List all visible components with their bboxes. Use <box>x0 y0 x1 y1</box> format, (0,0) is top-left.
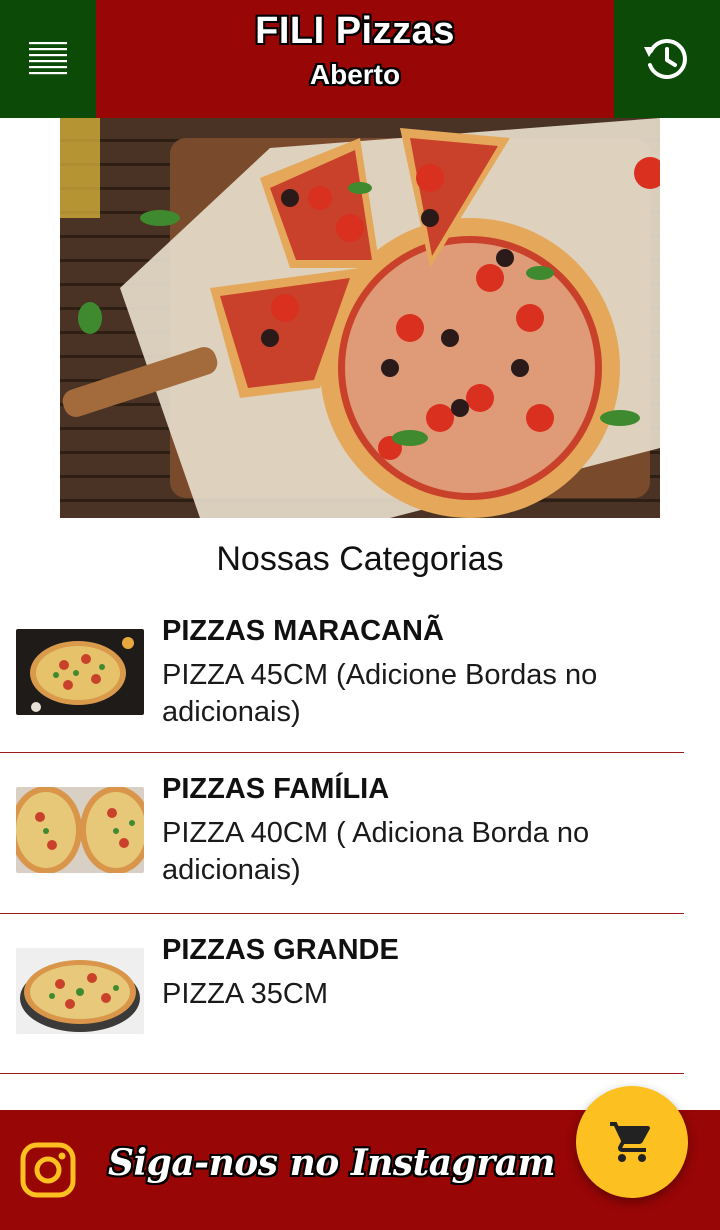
category-description: PIZZA 45CM (Adicione Bordas no adicionai… <box>162 659 598 728</box>
category-item[interactable]: PIZZAS FAMÍLIA PIZZA 40CM ( Adiciona Bor… <box>0 753 684 914</box>
hero-pizza-image <box>60 118 660 518</box>
shop-status: Aberto <box>309 59 401 90</box>
category-description: PIZZA 40CM ( Adiciona Borda no adicionai… <box>162 817 590 886</box>
cart-icon <box>610 1122 651 1162</box>
category-description: PIZZA 35CM <box>162 978 328 1010</box>
history-button[interactable] <box>614 0 720 118</box>
cart-button[interactable] <box>576 1086 688 1198</box>
category-thumbnail <box>16 629 144 715</box>
category-item[interactable]: PIZZAS GRANDE PIZZA 35CM <box>0 914 684 1074</box>
category-text: PIZZAS FAMÍLIA PIZZA 40CM ( Adiciona Bor… <box>162 773 672 889</box>
categories-title: Nossas Categorias <box>216 540 504 578</box>
category-list: PIZZAS MARACANÃ PIZZA 45CM (Adicione Bor… <box>0 595 684 1074</box>
menu-button[interactable] <box>0 0 96 118</box>
category-name: PIZZAS GRANDE <box>162 934 399 966</box>
category-thumbnail <box>16 787 144 873</box>
category-item[interactable]: PIZZAS MARACANÃ PIZZA 45CM (Adicione Bor… <box>0 595 684 753</box>
menu-icon <box>29 42 67 75</box>
category-name: PIZZAS FAMÍLIA <box>162 773 390 805</box>
instagram-link-text[interactable]: Siga-nos no Instagram <box>108 1142 556 1184</box>
instagram-icon <box>20 1142 76 1198</box>
history-icon <box>644 39 687 79</box>
category-thumbnail <box>16 948 144 1034</box>
category-text: PIZZAS MARACANÃ PIZZA 45CM (Adicione Bor… <box>162 615 672 731</box>
app-header: FILI Pizzas Aberto <box>0 0 720 118</box>
category-name: PIZZAS MARACANÃ <box>162 615 444 647</box>
category-text: PIZZAS GRANDE PIZZA 35CM <box>162 934 672 1013</box>
shop-name: FILI Pizzas <box>255 10 455 52</box>
header-title-area: FILI Pizzas Aberto <box>96 0 614 118</box>
